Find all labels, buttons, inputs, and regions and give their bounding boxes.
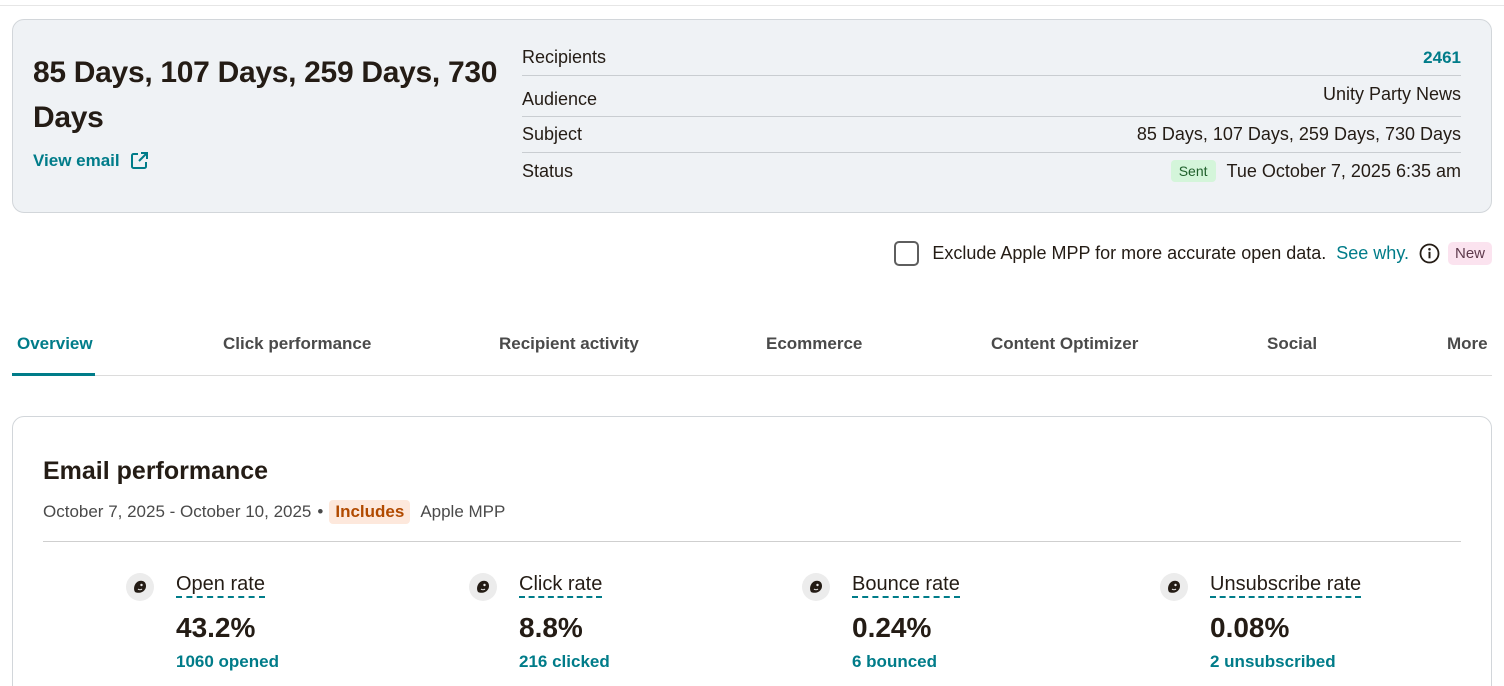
new-badge: New xyxy=(1447,241,1492,265)
recipients-row: Recipients 2461 xyxy=(522,40,1461,76)
tab-content-optimizer[interactable]: Content Optimizer xyxy=(991,334,1138,354)
top-divider xyxy=(0,5,1504,6)
campaign-title: 85 Days, 107 Days, 259 Days, 730 Days xyxy=(33,56,498,134)
audience-row: Audience Unity Party News xyxy=(522,76,1461,117)
click-rate-value: 8.8% xyxy=(519,612,583,643)
tab-click-performance[interactable]: Click performance xyxy=(223,334,371,354)
recipients-label: Recipients xyxy=(522,47,607,67)
tab-more[interactable]: More xyxy=(1447,334,1488,354)
mailchimp-logo-icon xyxy=(802,573,830,601)
performance-divider xyxy=(43,541,1461,542)
clicked-count-link[interactable]: 216 clicked xyxy=(519,652,610,672)
email-performance-title: Email performance xyxy=(43,457,269,485)
audience-label: Audience xyxy=(522,88,598,109)
bounce-rate-label[interactable]: Bounce rate xyxy=(852,573,960,598)
mailchimp-logo-icon xyxy=(126,573,154,601)
unsubscribed-count-link[interactable]: 2 unsubscribed xyxy=(1210,652,1361,672)
separator-dot: • xyxy=(317,502,324,521)
status-value-group: Sent Tue October 7, 2025 6:35 am xyxy=(1170,160,1461,182)
info-icon[interactable] xyxy=(1419,243,1440,264)
open-rate-value: 43.2% xyxy=(176,612,256,643)
active-tab-indicator xyxy=(12,373,95,376)
performance-date-line: October 7, 2025 - October 10, 2025 • Inc… xyxy=(43,500,505,524)
tab-social[interactable]: Social xyxy=(1267,334,1317,354)
date-range: October 7, 2025 - October 10, 2025 xyxy=(43,502,312,521)
exclude-apple-mpp-row: Exclude Apple MPP for more accurate open… xyxy=(894,239,1492,267)
metric-open-rate: Open rate 43.2% 1060 opened xyxy=(126,573,279,672)
status-row: Status Sent Tue October 7, 2025 6:35 am xyxy=(522,153,1461,189)
bounced-count-link[interactable]: 6 bounced xyxy=(852,652,960,672)
exclude-apple-mpp-label: Exclude Apple MPP for more accurate open… xyxy=(932,242,1327,263)
click-rate-label[interactable]: Click rate xyxy=(519,573,603,598)
subject-label: Subject xyxy=(522,124,583,144)
metric-bounce-rate: Bounce rate 0.24% 6 bounced xyxy=(802,573,960,672)
unsubscribe-rate-value: 0.08% xyxy=(1210,612,1290,643)
status-label: Status xyxy=(522,160,574,181)
campaign-summary-card: 85 Days, 107 Days, 259 Days, 730 Days Vi… xyxy=(12,19,1492,213)
mailchimp-logo-icon xyxy=(469,573,497,601)
email-performance-card: Email performance October 7, 2025 - Octo… xyxy=(12,416,1492,686)
tab-ecommerce[interactable]: Ecommerce xyxy=(766,334,862,354)
subject-value: 85 Days, 107 Days, 259 Days, 730 Days xyxy=(1136,124,1461,144)
includes-text: Apple MPP xyxy=(420,502,506,521)
campaign-details: Recipients 2461 Audience Unity Party New… xyxy=(522,40,1461,189)
see-why-link[interactable]: See why. xyxy=(1336,243,1409,264)
subject-row: Subject 85 Days, 107 Days, 259 Days, 730… xyxy=(522,117,1461,153)
report-tabs: Overview Click performance Recipient act… xyxy=(12,322,1492,376)
unsubscribe-rate-label[interactable]: Unsubscribe rate xyxy=(1210,573,1362,598)
metric-click-rate: Click rate 8.8% 216 clicked xyxy=(469,573,610,672)
metric-unsubscribe-rate: Unsubscribe rate 0.08% 2 unsubscribed xyxy=(1160,573,1362,672)
mailchimp-logo-icon xyxy=(1160,573,1188,601)
tab-recipient-activity[interactable]: Recipient activity xyxy=(499,334,639,354)
status-datetime: Tue October 7, 2025 6:35 am xyxy=(1226,160,1461,181)
open-rate-label[interactable]: Open rate xyxy=(176,573,265,598)
tab-overview[interactable]: Overview xyxy=(17,334,93,354)
view-email-link[interactable]: View email xyxy=(33,151,149,171)
exclude-apple-mpp-checkbox[interactable] xyxy=(894,240,920,266)
audience-value: Unity Party News xyxy=(1322,83,1461,104)
bounce-rate-value: 0.24% xyxy=(852,612,932,643)
status-badge: Sent xyxy=(1170,160,1216,182)
opened-count-link[interactable]: 1060 opened xyxy=(176,652,279,672)
view-email-label: View email xyxy=(33,151,120,170)
external-link-icon xyxy=(130,152,148,169)
includes-badge: Includes xyxy=(329,500,411,524)
recipients-count-link[interactable]: 2461 xyxy=(1423,48,1461,68)
